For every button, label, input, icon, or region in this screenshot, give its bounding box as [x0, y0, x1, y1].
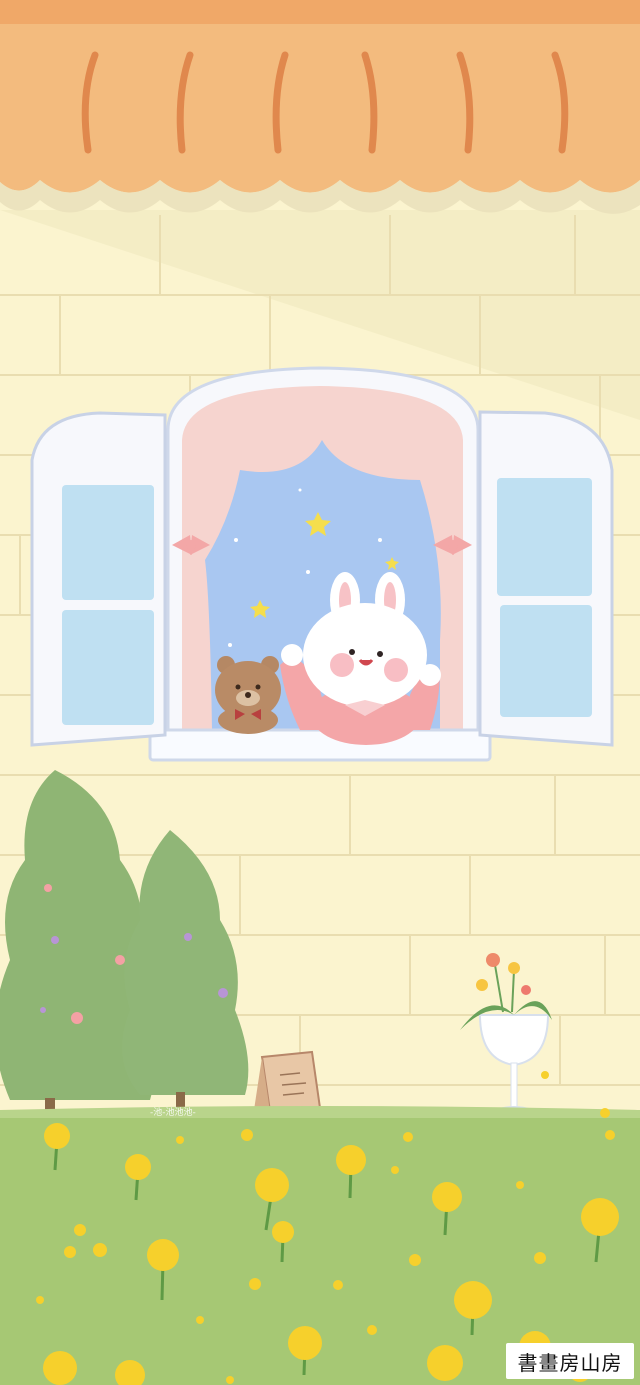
left-shutter [30, 411, 167, 747]
wallpaper-scene: -池-池池池- 書畫房山房 [0, 0, 640, 1385]
watermark: 書畫房山房 [506, 1343, 634, 1379]
artist-signature: -池-池池池- [150, 1108, 196, 1118]
illustration [0, 0, 640, 1385]
awning [0, 0, 640, 214]
right-shutter [478, 410, 614, 747]
teddy-bear [215, 656, 281, 734]
window-sill [148, 728, 492, 762]
